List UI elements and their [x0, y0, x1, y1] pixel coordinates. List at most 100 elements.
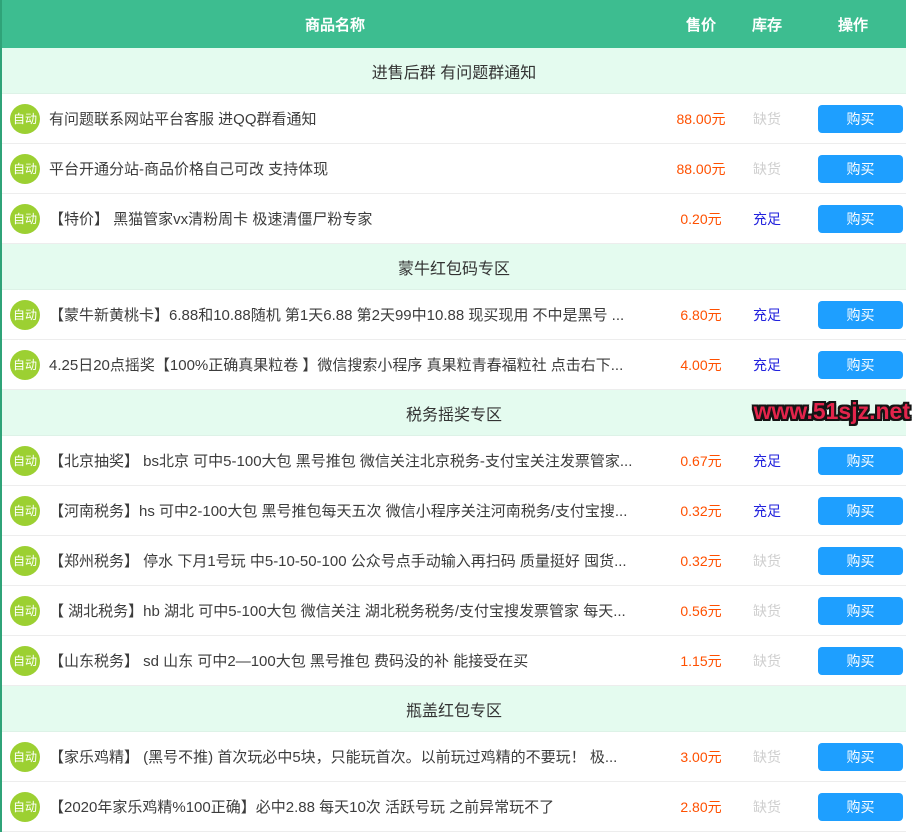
product-name: 【特价】 黑猫管家vx清粉周卡 极速清僵尸粉专家	[49, 208, 372, 229]
product-name-cell: 自动【特价】 黑猫管家vx清粉周卡 极速清僵尸粉专家	[2, 204, 668, 234]
section-title: 进售后群 有问题群通知	[372, 59, 536, 83]
stock-status: 缺货	[734, 159, 800, 179]
section-title: 瓶盖红包专区	[406, 697, 502, 721]
auto-badge: 自动	[10, 446, 40, 476]
action-cell: 购买	[800, 105, 906, 133]
product-name-cell: 自动【河南税务】hs 可中2-100大包 黑号推包每天五次 微信小程序关注河南税…	[2, 496, 668, 526]
buy-button[interactable]: 购买	[818, 105, 903, 133]
stock-status: 充足	[734, 209, 800, 229]
product-price: 0.20元	[668, 209, 734, 229]
product-row: 自动 4.25日20点摇奖【100%正确真果粒卷 】微信搜索小程序 真果粒青春福粒…	[2, 340, 906, 390]
buy-button[interactable]: 购买	[818, 447, 903, 475]
product-price: 0.67元	[668, 451, 734, 471]
auto-badge: 自动	[10, 546, 40, 576]
action-cell: 购买	[800, 205, 906, 233]
buy-button[interactable]: 购买	[818, 351, 903, 379]
product-name: 【河南税务】hs 可中2-100大包 黑号推包每天五次 微信小程序关注河南税务/…	[49, 500, 627, 521]
stock-status: 充足	[734, 451, 800, 471]
table-header: 商品名称 售价 库存 操作	[2, 0, 906, 48]
product-row: 自动【 湖北税务】hb 湖北 可中5-100大包 微信关注 湖北税务税务/支付宝…	[2, 586, 906, 636]
auto-badge: 自动	[10, 204, 40, 234]
table-body: 进售后群 有问题群通知自动有问题联系网站平台客服 进QQ群看通知88.00元缺货…	[2, 48, 906, 832]
action-cell: 购买	[800, 793, 906, 821]
stock-status: 缺货	[734, 651, 800, 671]
action-cell: 购买	[800, 497, 906, 525]
product-name-cell: 自动【家乐鸡精】 (黑号不推) 首次玩必中5块，只能玩首次。以前玩过鸡精的不要玩…	[2, 742, 668, 772]
auto-badge: 自动	[10, 742, 40, 772]
action-cell: 购买	[800, 155, 906, 183]
product-row: 自动【家乐鸡精】 (黑号不推) 首次玩必中5块，只能玩首次。以前玩过鸡精的不要玩…	[2, 732, 906, 782]
product-name-cell: 自动平台开通分站-商品价格自己可改 支持体现	[2, 154, 668, 184]
product-row: 自动【北京抽奖】 bs北京 可中5-100大包 黑号推包 微信关注北京税务-支付…	[2, 436, 906, 486]
buy-button[interactable]: 购买	[818, 155, 903, 183]
buy-button[interactable]: 购买	[818, 547, 903, 575]
stock-status: 充足	[734, 501, 800, 521]
product-name-cell: 自动【蒙牛新黄桃卡】6.88和10.88随机 第1天6.88 第2天99中10.…	[2, 300, 668, 330]
action-cell: 购买	[800, 301, 906, 329]
stock-status: 缺货	[734, 747, 800, 767]
column-header-product-name: 商品名称	[2, 14, 668, 35]
product-price: 0.56元	[668, 601, 734, 621]
product-name: 4.25日20点摇奖【100%正确真果粒卷 】微信搜索小程序 真果粒青春福粒社 …	[49, 354, 623, 375]
action-cell: 购买	[800, 647, 906, 675]
stock-status: 充足	[734, 305, 800, 325]
buy-button[interactable]: 购买	[818, 205, 903, 233]
product-name: 【2020年家乐鸡精%100正确】必中2.88 每天10次 活跃号玩 之前异常玩…	[49, 796, 554, 817]
product-price: 1.15元	[668, 651, 734, 671]
buy-button[interactable]: 购买	[818, 497, 903, 525]
product-row: 自动平台开通分站-商品价格自己可改 支持体现88.00元缺货购买	[2, 144, 906, 194]
column-header-stock: 库存	[734, 14, 800, 35]
action-cell: 购买	[800, 351, 906, 379]
auto-badge: 自动	[10, 104, 40, 134]
buy-button[interactable]: 购买	[818, 647, 903, 675]
auto-badge: 自动	[10, 350, 40, 380]
action-cell: 购买	[800, 447, 906, 475]
auto-badge: 自动	[10, 646, 40, 676]
product-row: 自动【2020年家乐鸡精%100正确】必中2.88 每天10次 活跃号玩 之前异…	[2, 782, 906, 832]
watermark: www.51sjz.net	[754, 398, 910, 425]
product-name-cell: 自动【山东税务】 sd 山东 可中2—100大包 黑号推包 费码没的补 能接受在…	[2, 646, 668, 676]
product-row: 自动【蒙牛新黄桃卡】6.88和10.88随机 第1天6.88 第2天99中10.…	[2, 290, 906, 340]
action-cell: 购买	[800, 597, 906, 625]
buy-button[interactable]: 购买	[818, 793, 903, 821]
auto-badge: 自动	[10, 300, 40, 330]
product-name-cell: 自动有问题联系网站平台客服 进QQ群看通知	[2, 104, 668, 134]
auto-badge: 自动	[10, 596, 40, 626]
product-name-cell: 自动【2020年家乐鸡精%100正确】必中2.88 每天10次 活跃号玩 之前异…	[2, 792, 668, 822]
product-row: 自动有问题联系网站平台客服 进QQ群看通知88.00元缺货购买	[2, 94, 906, 144]
stock-status: 缺货	[734, 601, 800, 621]
product-row: 自动【河南税务】hs 可中2-100大包 黑号推包每天五次 微信小程序关注河南税…	[2, 486, 906, 536]
buy-button[interactable]: 购买	[818, 301, 903, 329]
product-row: 自动【山东税务】 sd 山东 可中2—100大包 黑号推包 费码没的补 能接受在…	[2, 636, 906, 686]
product-price: 3.00元	[668, 747, 734, 767]
product-price: 0.32元	[668, 551, 734, 571]
product-name-cell: 自动【北京抽奖】 bs北京 可中5-100大包 黑号推包 微信关注北京税务-支付…	[2, 446, 668, 476]
product-name: 【 湖北税务】hb 湖北 可中5-100大包 微信关注 湖北税务税务/支付宝搜发…	[49, 600, 626, 621]
product-price: 88.00元	[668, 159, 734, 179]
product-price: 2.80元	[668, 797, 734, 817]
product-name-cell: 自动 4.25日20点摇奖【100%正确真果粒卷 】微信搜索小程序 真果粒青春福粒…	[2, 350, 668, 380]
action-cell: 购买	[800, 547, 906, 575]
section-title: 蒙牛红包码专区	[398, 255, 510, 279]
stock-status: 缺货	[734, 551, 800, 571]
product-name: 【家乐鸡精】 (黑号不推) 首次玩必中5块，只能玩首次。以前玩过鸡精的不要玩！ …	[49, 746, 617, 767]
buy-button[interactable]: 购买	[818, 743, 903, 771]
product-row: 自动【特价】 黑猫管家vx清粉周卡 极速清僵尸粉专家0.20元充足购买	[2, 194, 906, 244]
section-title: 税务摇奖专区	[406, 401, 502, 425]
product-price: 6.80元	[668, 305, 734, 325]
product-price: 4.00元	[668, 355, 734, 375]
stock-status: 充足	[734, 355, 800, 375]
buy-button[interactable]: 购买	[818, 597, 903, 625]
product-name-cell: 自动【郑州税务】 停水 下月1号玩 中5-10-50-100 公众号点手动输入再…	[2, 546, 668, 576]
product-price: 88.00元	[668, 109, 734, 129]
auto-badge: 自动	[10, 496, 40, 526]
section-header: 蒙牛红包码专区	[2, 244, 906, 290]
product-name: 平台开通分站-商品价格自己可改 支持体现	[49, 158, 328, 179]
stock-status: 缺货	[734, 109, 800, 129]
product-name-cell: 自动【 湖北税务】hb 湖北 可中5-100大包 微信关注 湖北税务税务/支付宝…	[2, 596, 668, 626]
stock-status: 缺货	[734, 797, 800, 817]
column-header-action: 操作	[800, 14, 906, 35]
auto-badge: 自动	[10, 154, 40, 184]
product-name: 【北京抽奖】 bs北京 可中5-100大包 黑号推包 微信关注北京税务-支付宝关…	[49, 450, 632, 471]
product-row: 自动【郑州税务】 停水 下月1号玩 中5-10-50-100 公众号点手动输入再…	[2, 536, 906, 586]
